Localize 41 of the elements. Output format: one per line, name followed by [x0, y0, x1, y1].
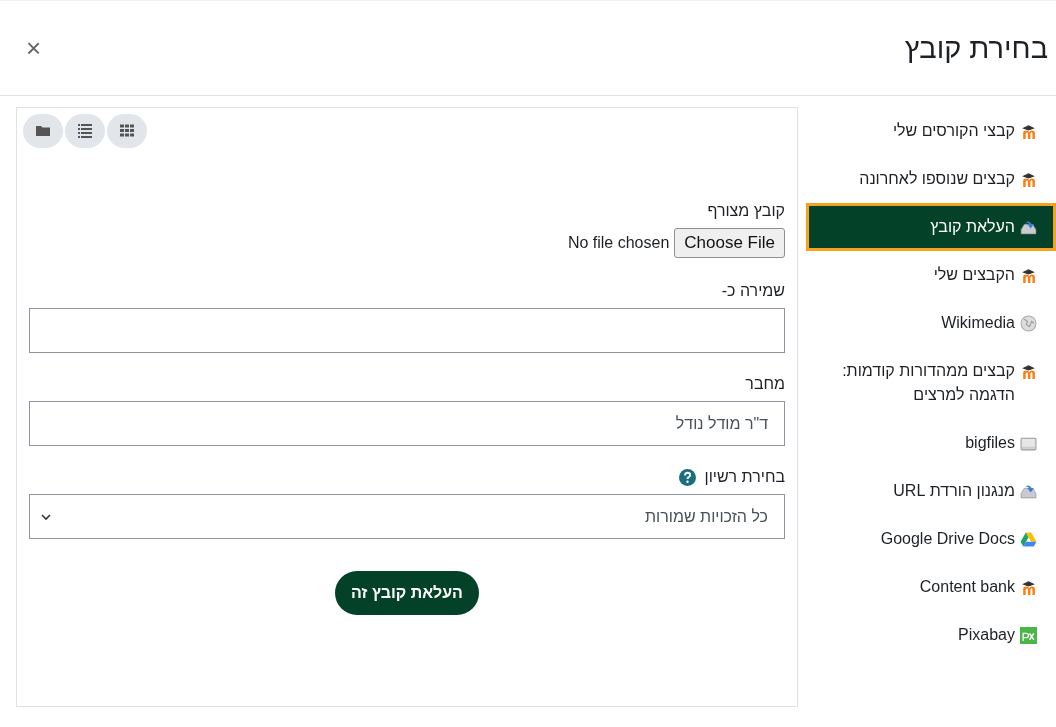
dialog-title: בחירת קובץ	[904, 31, 1048, 65]
moodle-logo-icon	[1020, 123, 1037, 140]
repository-item[interactable]: Pixabay	[806, 611, 1056, 659]
grid-view-button[interactable]	[107, 114, 147, 148]
repository-item[interactable]: קבצים ממהדורות קודמות: הדגמה למרצים	[806, 347, 1056, 419]
choose-file-button[interactable]: Choose File	[674, 228, 785, 258]
author-field[interactable]: ד"ר מודל נודל	[29, 401, 785, 446]
moodle-logo-icon	[1020, 267, 1037, 284]
repository-item[interactable]: Wikimedia	[806, 299, 1056, 347]
repository-item[interactable]: Google Drive Docs	[806, 515, 1056, 563]
grid-icon	[119, 123, 135, 139]
field-label: מחבר	[744, 375, 785, 393]
repository-item[interactable]: קבצים שנוספו לאחרונה	[806, 155, 1056, 203]
triangle-drive-icon	[1020, 531, 1037, 548]
folder-icon	[35, 123, 51, 139]
repository-item[interactable]: Content bank	[806, 563, 1056, 611]
repository-item[interactable]: העלאת קובץ	[806, 203, 1056, 251]
list-icon	[77, 123, 93, 139]
license-select[interactable]: כל הזכויות שמורות	[29, 494, 785, 539]
field-label: קובץ מצורף	[706, 202, 785, 220]
file-status: No file chosen	[567, 234, 670, 252]
help-icon[interactable]	[679, 468, 697, 486]
repository-item[interactable]: bigfiles	[806, 419, 1056, 467]
list-view-button[interactable]	[65, 114, 105, 148]
repository-item[interactable]: קבצי הקורסים שלי	[806, 107, 1056, 155]
moodle-logo-icon	[1020, 363, 1037, 380]
inbox-arrow-icon	[1020, 483, 1037, 500]
field-label: בחירת רשיון	[704, 468, 785, 486]
save-as-field[interactable]	[29, 308, 785, 353]
globe-icon	[1020, 315, 1037, 332]
moodle-logo-icon	[1020, 171, 1037, 188]
field-label: שמירה כ-	[720, 282, 785, 300]
upload-button[interactable]: העלאת קובץ זה	[335, 571, 479, 615]
hard-drive-icon	[1020, 435, 1037, 452]
repository-item[interactable]: מנגנון הורדת URL	[806, 467, 1056, 515]
inbox-arrow-icon	[1020, 219, 1037, 236]
moodle-logo-icon	[1020, 579, 1037, 596]
px-logo-icon	[1020, 627, 1037, 644]
repository-item[interactable]: הקבצים שלי	[806, 251, 1056, 299]
folder-view-button[interactable]	[23, 114, 63, 148]
close-button[interactable]: ×	[22, 32, 46, 64]
